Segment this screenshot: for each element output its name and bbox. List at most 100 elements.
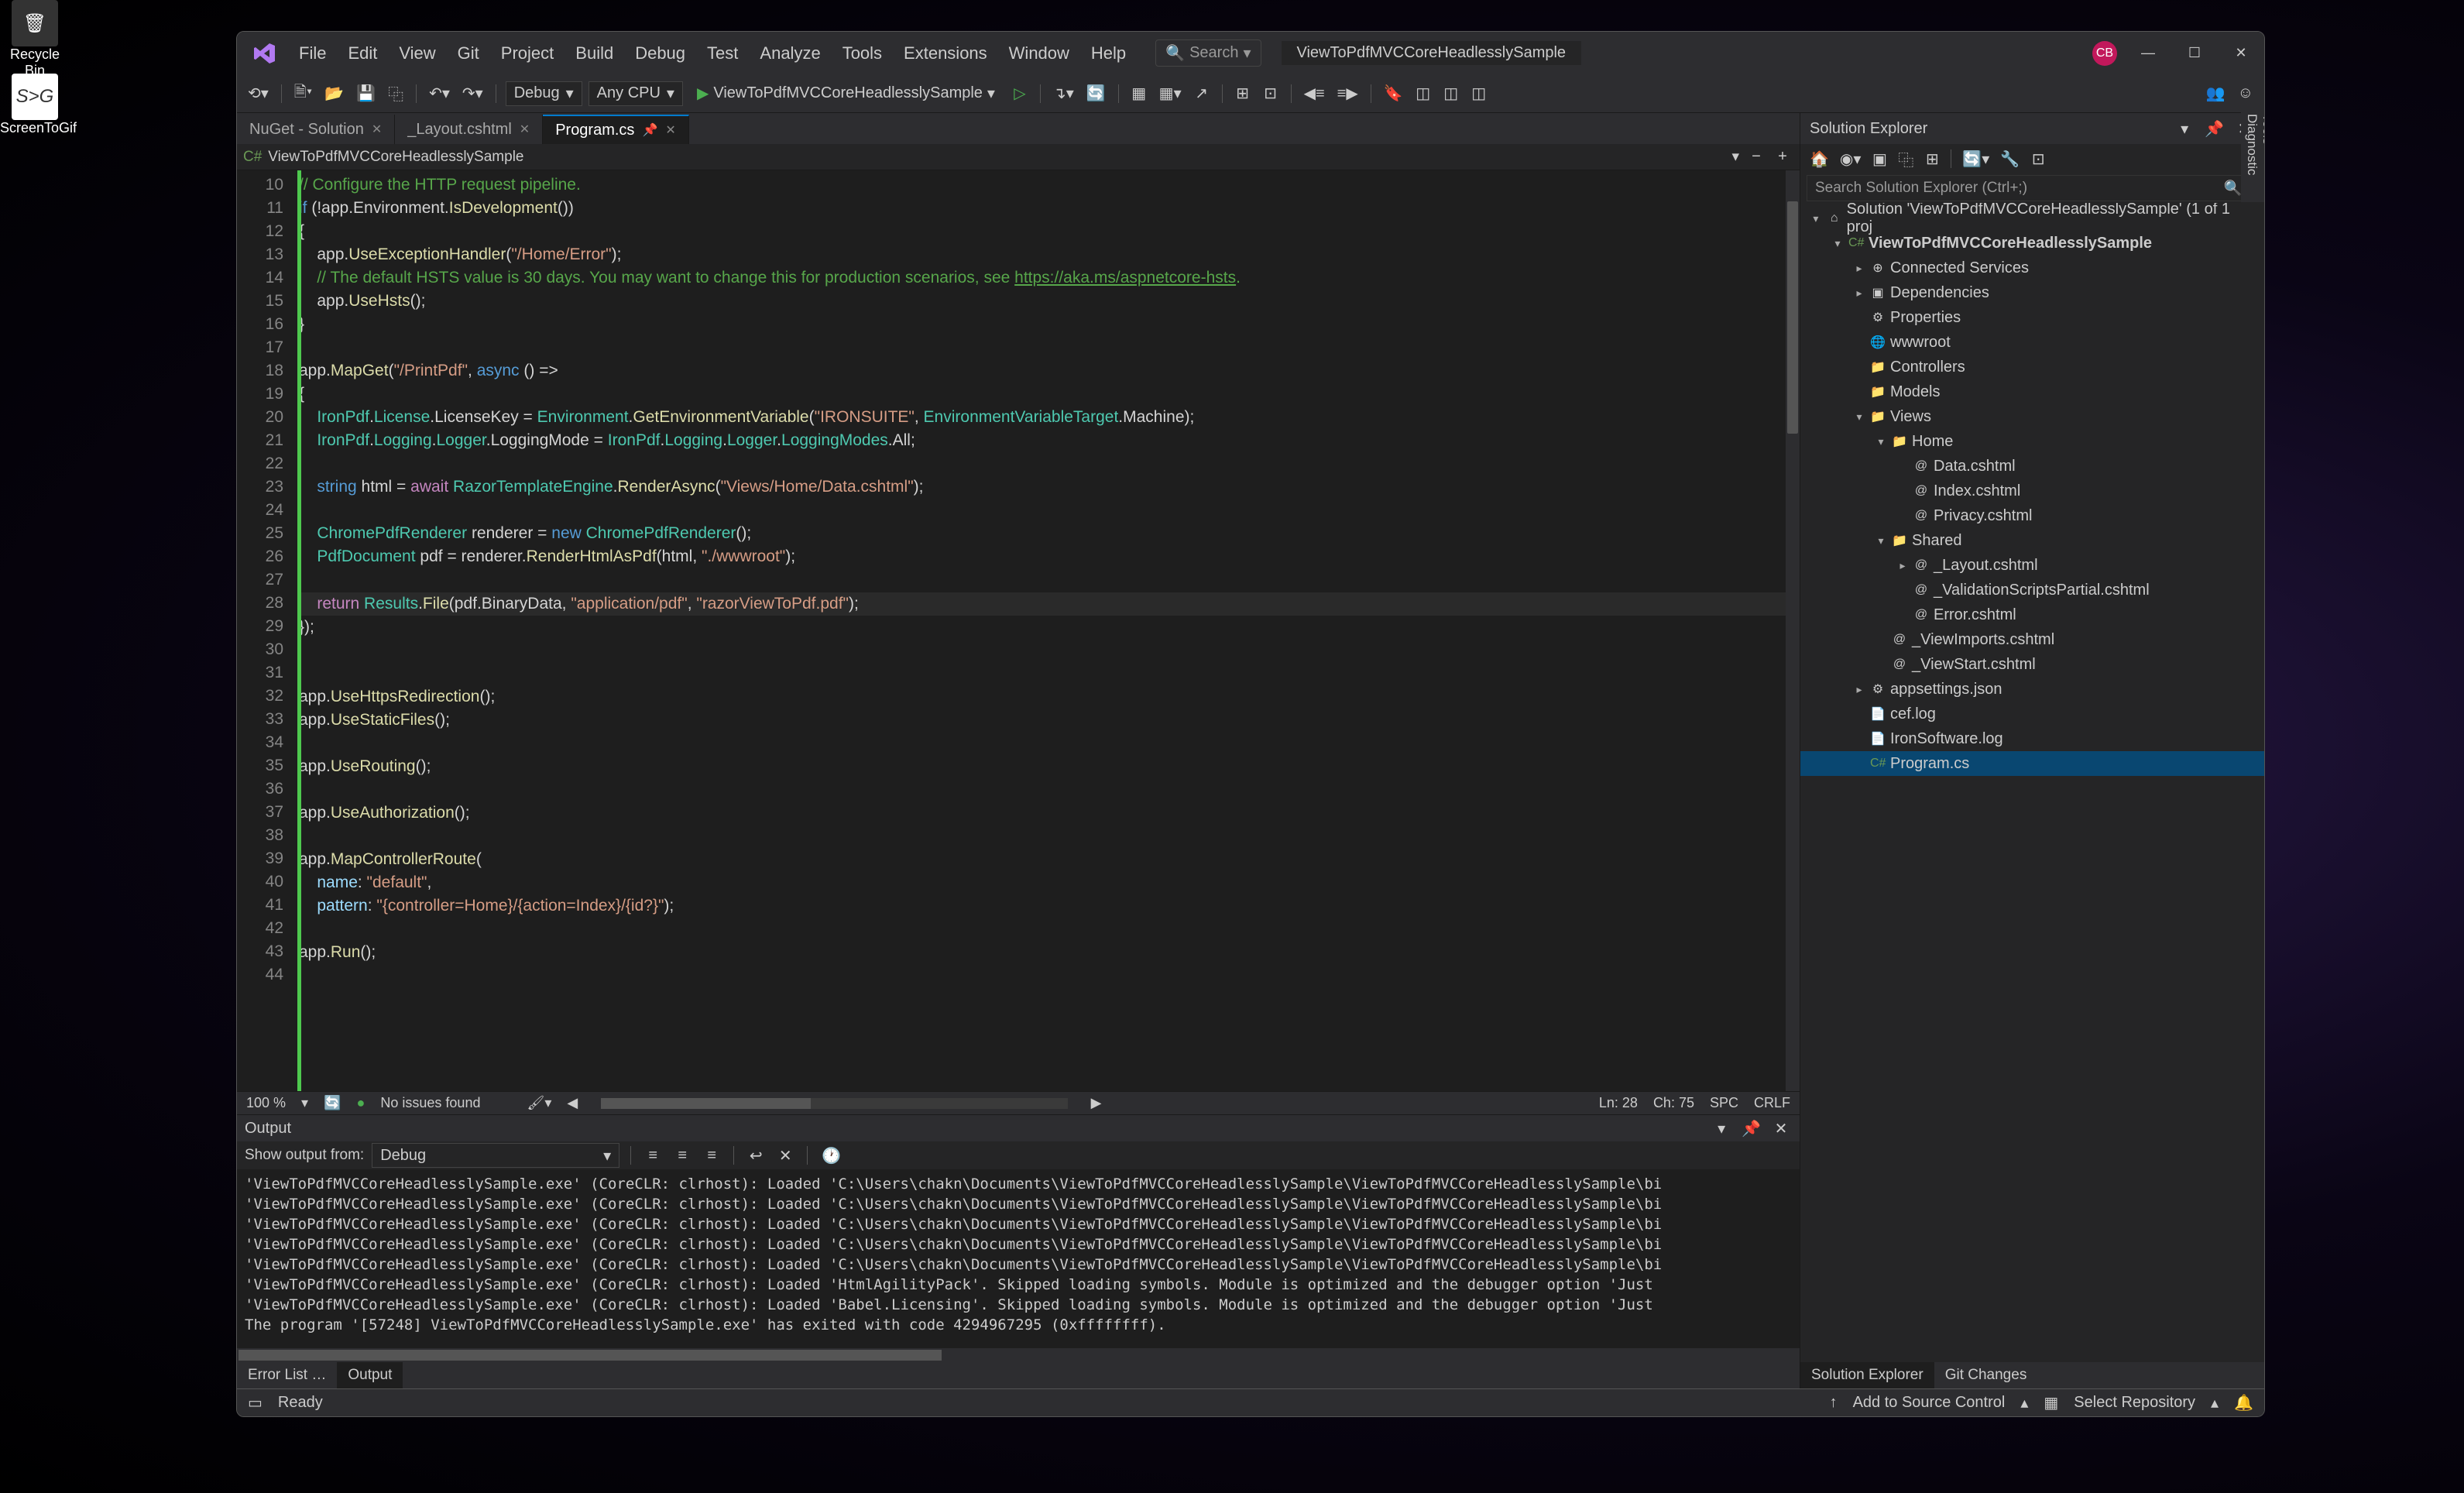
save-all-button[interactable]: ⿻	[385, 81, 407, 106]
live-share-button[interactable]: 👥	[2203, 81, 2229, 106]
se-pin-button[interactable]: 📌	[2201, 116, 2227, 141]
close-button[interactable]: ✕	[2225, 42, 2256, 65]
tb-icon-6[interactable]: ◫	[1412, 81, 1434, 106]
tree-error-cshtml[interactable]: @Error.cshtml	[1800, 602, 2264, 627]
horizontal-scrollbar[interactable]	[601, 1098, 1067, 1109]
maximize-button[interactable]: ☐	[2179, 42, 2210, 65]
output-wrap-button[interactable]: ↩	[745, 1143, 767, 1168]
menu-help[interactable]: Help	[1082, 39, 1135, 68]
indent-button[interactable]: ≡▶	[1334, 81, 1361, 106]
tab-program-cs[interactable]: Program.cs📌✕	[543, 115, 689, 144]
issues-text[interactable]: No issues found	[380, 1095, 480, 1111]
menu-git[interactable]: Git	[448, 39, 489, 68]
open-button[interactable]: 📂	[321, 81, 347, 106]
tb-icon-1[interactable]: ▦	[1128, 81, 1150, 106]
tree-home[interactable]: ▾📁Home	[1800, 429, 2264, 454]
output-tool-2[interactable]: ≡	[671, 1143, 693, 1168]
tree-_layout-cshtml[interactable]: ▸@_Layout.cshtml	[1800, 553, 2264, 578]
tree-program-cs[interactable]: C#Program.cs	[1800, 751, 2264, 776]
output-tool-3[interactable]: ≡	[701, 1143, 722, 1168]
step-button[interactable]: ↴▾	[1050, 81, 1077, 106]
run-button[interactable]: ▶ViewToPdfMVCCoreHeadlesslySample▾	[689, 84, 1003, 103]
diagnostic-tools-tab[interactable]: Diagnostic Tools	[2241, 109, 2264, 202]
menu-project[interactable]: Project	[492, 39, 563, 68]
redo-button[interactable]: ↷▾	[459, 81, 486, 106]
tab-nuget-solution[interactable]: NuGet - Solution✕	[237, 115, 395, 144]
close-tab-icon[interactable]: ✕	[520, 122, 530, 137]
menu-test[interactable]: Test	[698, 39, 747, 68]
se-btn-8[interactable]: ⊡	[2027, 146, 2049, 171]
menu-build[interactable]: Build	[566, 39, 623, 68]
tree-connected-services[interactable]: ▸⊕Connected Services	[1800, 256, 2264, 280]
se-home-button[interactable]: 🏠	[1807, 146, 1832, 171]
new-button[interactable]: 🗎▾	[291, 81, 315, 106]
tree-data-cshtml[interactable]: @Data.cshtml	[1800, 454, 2264, 479]
tb-icon-4[interactable]: ⊞	[1232, 81, 1254, 106]
tree-dependencies[interactable]: ▸▣Dependencies	[1800, 280, 2264, 305]
outdent-button[interactable]: ◀≡	[1301, 81, 1328, 106]
output-h-scrollbar[interactable]	[237, 1348, 1800, 1362]
se-btn-5[interactable]: ⊞	[1921, 146, 1943, 171]
se-dropdown-button[interactable]: ▾	[2174, 116, 2195, 141]
recycle-bin-icon[interactable]: 🗑 Recycle Bin	[0, 0, 70, 79]
menu-window[interactable]: Window	[1000, 39, 1079, 68]
tree-cef-log[interactable]: 📄cef.log	[1800, 702, 2264, 726]
minimize-button[interactable]: —	[2133, 42, 2164, 65]
restart-button[interactable]: 🔄	[1083, 81, 1109, 106]
config-dropdown[interactable]: Debug▾	[506, 81, 582, 106]
tree-privacy-cshtml[interactable]: @Privacy.cshtml	[1800, 503, 2264, 528]
refresh-icon[interactable]: 🔄	[324, 1095, 341, 1111]
menu-edit[interactable]: Edit	[338, 39, 386, 68]
tree-models[interactable]: 📁Models	[1800, 379, 2264, 404]
search-box[interactable]: 🔍 Search ▾	[1155, 39, 1261, 67]
close-tab-icon[interactable]: ✕	[372, 122, 382, 137]
output-tool-1[interactable]: ≡	[642, 1143, 664, 1168]
menu-file[interactable]: File	[290, 39, 335, 68]
tree-index-cshtml[interactable]: @Index.cshtml	[1800, 479, 2264, 503]
code-editor[interactable]: 1011121314151617181920212223242526272829…	[237, 170, 1800, 1091]
tb-icon-7[interactable]: ◫	[1440, 81, 1462, 106]
output-dropdown-button[interactable]: ▾	[1711, 1116, 1732, 1141]
tree-wwwroot[interactable]: 🌐wwwroot	[1800, 330, 2264, 355]
tree-controllers[interactable]: 📁Controllers	[1800, 355, 2264, 379]
se-views-button[interactable]: ◉▾	[1837, 146, 1865, 171]
show-from-dropdown[interactable]: Debug▾	[372, 1143, 619, 1168]
tree-views[interactable]: ▾📁Views	[1800, 404, 2264, 429]
output-close-button[interactable]: ✕	[1770, 1116, 1792, 1141]
menu-extensions[interactable]: Extensions	[894, 39, 997, 68]
nav-project-dropdown[interactable]: ViewToPdfMVCCoreHeadlesslySample	[268, 149, 1725, 166]
tb-icon-2[interactable]: ▦▾	[1156, 81, 1185, 106]
platform-dropdown[interactable]: Any CPU▾	[589, 81, 683, 106]
zoom-level[interactable]: 100 %	[246, 1095, 286, 1111]
run-no-debug-button[interactable]: ▷	[1009, 81, 1031, 106]
se-btn-4[interactable]: ⿻	[1895, 146, 1917, 171]
close-tab-icon[interactable]: ✕	[665, 122, 675, 138]
nav-plus-button[interactable]: +	[1772, 145, 1793, 170]
nav-minus-button[interactable]: −	[1745, 145, 1767, 170]
nav-back-button[interactable]: ⟲▾	[245, 81, 272, 106]
se-search[interactable]: Search Solution Explorer (Ctrl+;) 🔍▾	[1807, 175, 2258, 201]
pin-icon[interactable]: 📌	[642, 122, 657, 138]
select-repository[interactable]: Select Repository	[2074, 1394, 2195, 1412]
se-tab-solution-explorer[interactable]: Solution Explorer	[1800, 1362, 1934, 1388]
save-button[interactable]: 💾	[353, 81, 379, 106]
se-sync-button[interactable]: 🔄▾	[1959, 146, 1992, 171]
tree-shared[interactable]: ▾📁Shared	[1800, 528, 2264, 553]
add-to-source-control[interactable]: Add to Source Control	[1853, 1394, 2006, 1412]
bottom-tab-error-list-[interactable]: Error List …	[237, 1362, 337, 1388]
screentogif-icon[interactable]: S>G ScreenToGif	[0, 74, 70, 136]
tree-_validationscriptspartial-cshtml[interactable]: @_ValidationScriptsPartial.cshtml	[1800, 578, 2264, 602]
brush-icon[interactable]: 🖌▾	[527, 1095, 551, 1111]
menu-tools[interactable]: Tools	[833, 39, 891, 68]
output-clear-button[interactable]: ✕	[774, 1143, 796, 1168]
tb-icon-5[interactable]: ⊡	[1260, 81, 1282, 106]
vertical-scrollbar[interactable]	[1786, 170, 1800, 1091]
undo-button[interactable]: ↶▾	[426, 81, 453, 106]
output-pin-button[interactable]: 📌	[1738, 1116, 1764, 1141]
tb-icon-8[interactable]: ◫	[1468, 81, 1490, 106]
menu-debug[interactable]: Debug	[626, 39, 695, 68]
tree-_viewstart-cshtml[interactable]: @_ViewStart.cshtml	[1800, 652, 2264, 677]
menu-analyze[interactable]: Analyze	[750, 39, 829, 68]
tree-solution-viewtopdfmvccoreheadlesslysample-1-of-1-proj[interactable]: ▾⌂Solution 'ViewToPdfMVCCoreHeadlesslySa…	[1800, 206, 2264, 231]
tb-icon-3[interactable]: ↗	[1191, 81, 1213, 106]
